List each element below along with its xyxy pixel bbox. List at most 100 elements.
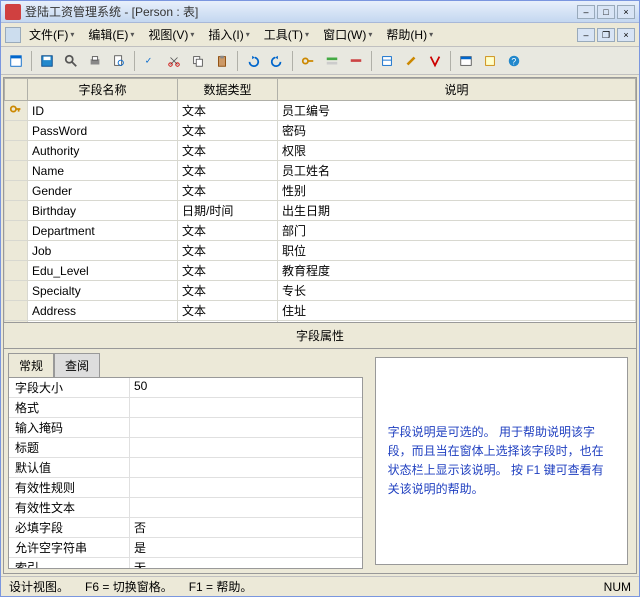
table-row[interactable]: Edu_Level文本教育程度	[5, 261, 636, 281]
cell-description[interactable]: 员工编号	[278, 101, 636, 121]
col-description[interactable]: 说明	[278, 79, 636, 101]
cell-data-type[interactable]: 文本	[178, 181, 278, 201]
table-row[interactable]: Department文本部门	[5, 221, 636, 241]
property-value[interactable]	[129, 498, 362, 517]
redo-button[interactable]	[266, 50, 288, 72]
property-row[interactable]: 有效性文本	[9, 498, 362, 518]
row-selector[interactable]	[5, 201, 28, 221]
property-value[interactable]: 无	[129, 558, 362, 569]
property-value[interactable]	[129, 398, 362, 417]
table-row[interactable]: Job文本职位	[5, 241, 636, 261]
col-field-name[interactable]: 字段名称	[28, 79, 178, 101]
row-selector[interactable]	[5, 161, 28, 181]
table-row[interactable]: Gender文本性别	[5, 181, 636, 201]
cell-field-name[interactable]: Gender	[28, 181, 178, 201]
cell-description[interactable]: 出生日期	[278, 201, 636, 221]
cell-data-type[interactable]: 文本	[178, 301, 278, 321]
spell-button[interactable]: ✓	[139, 50, 161, 72]
key-icon[interactable]	[297, 50, 319, 72]
cell-description[interactable]: 教育程度	[278, 261, 636, 281]
property-value[interactable]: 50	[129, 378, 362, 397]
cell-data-type[interactable]: 文本	[178, 281, 278, 301]
property-row[interactable]: 输入掩码	[9, 418, 362, 438]
property-row[interactable]: 默认值	[9, 458, 362, 478]
mdi-restore-button[interactable]: ❐	[597, 28, 615, 42]
property-row[interactable]: 格式	[9, 398, 362, 418]
preview-button[interactable]	[108, 50, 130, 72]
mdi-minimize-button[interactable]: –	[577, 28, 595, 42]
row-selector[interactable]	[5, 301, 28, 321]
row-selector[interactable]	[5, 221, 28, 241]
cell-data-type[interactable]: 文本	[178, 121, 278, 141]
cell-field-name[interactable]: ID	[28, 101, 178, 121]
cell-description[interactable]: 员工姓名	[278, 161, 636, 181]
db-window-button[interactable]	[455, 50, 477, 72]
cell-data-type[interactable]: 文本	[178, 141, 278, 161]
property-row[interactable]: 字段大小50	[9, 378, 362, 398]
table-row[interactable]: Address文本住址	[5, 301, 636, 321]
cell-field-name[interactable]: PassWord	[28, 121, 178, 141]
cell-field-name[interactable]: Specialty	[28, 281, 178, 301]
cell-data-type[interactable]: 文本	[178, 161, 278, 181]
menu-edit[interactable]: 编辑(E)▾	[82, 24, 140, 45]
row-selector[interactable]	[5, 261, 28, 281]
row-selector[interactable]	[5, 101, 28, 121]
cell-description[interactable]: 部门	[278, 221, 636, 241]
cell-data-type[interactable]: 日期/时间	[178, 201, 278, 221]
index-button[interactable]	[424, 50, 446, 72]
tab-lookup[interactable]: 查阅	[54, 353, 100, 377]
cut-button[interactable]	[163, 50, 185, 72]
mdi-close-button[interactable]: ×	[617, 28, 635, 42]
row-selector[interactable]	[5, 121, 28, 141]
property-value[interactable]	[129, 418, 362, 437]
minimize-button[interactable]: –	[577, 5, 595, 19]
maximize-button[interactable]: □	[597, 5, 615, 19]
property-row[interactable]: 索引无	[9, 558, 362, 569]
cell-data-type[interactable]: 文本	[178, 221, 278, 241]
cell-field-name[interactable]: Job	[28, 241, 178, 261]
cell-field-name[interactable]: Birthday	[28, 201, 178, 221]
cell-description[interactable]: 性别	[278, 181, 636, 201]
save-button[interactable]	[36, 50, 58, 72]
property-row[interactable]: 标题	[9, 438, 362, 458]
property-row[interactable]: 必填字段否	[9, 518, 362, 538]
mdi-icon[interactable]	[5, 27, 21, 43]
cell-description[interactable]: 住址	[278, 301, 636, 321]
new-object-button[interactable]	[479, 50, 501, 72]
row-selector[interactable]	[5, 281, 28, 301]
table-row[interactable]: Authority文本权限	[5, 141, 636, 161]
help-icon[interactable]: ?	[503, 50, 525, 72]
copy-button[interactable]	[187, 50, 209, 72]
row-selector[interactable]	[5, 241, 28, 261]
cell-field-name[interactable]: Edu_Level	[28, 261, 178, 281]
property-row[interactable]: 允许空字符串是	[9, 538, 362, 558]
search-button[interactable]	[60, 50, 82, 72]
menu-file[interactable]: 文件(F)▾	[23, 24, 80, 45]
table-row[interactable]: Name文本员工姓名	[5, 161, 636, 181]
undo-button[interactable]	[242, 50, 264, 72]
close-button[interactable]: ×	[617, 5, 635, 19]
menu-tools[interactable]: 工具(T)▾	[258, 24, 315, 45]
property-value[interactable]	[129, 458, 362, 477]
menu-help[interactable]: 帮助(H)▾	[380, 24, 439, 45]
row-selector-header[interactable]	[5, 79, 28, 101]
menu-view[interactable]: 视图(V)▾	[142, 24, 200, 45]
builder-button[interactable]	[400, 50, 422, 72]
cell-data-type[interactable]: 文本	[178, 101, 278, 121]
property-value[interactable]	[129, 478, 362, 497]
cell-field-name[interactable]: Name	[28, 161, 178, 181]
paste-button[interactable]	[211, 50, 233, 72]
menu-insert[interactable]: 插入(I)▾	[202, 24, 255, 45]
field-grid-wrap[interactable]: 字段名称 数据类型 说明 ID文本员工编号PassWord文本密码Authori…	[4, 78, 636, 323]
tab-general[interactable]: 常规	[8, 353, 54, 377]
property-value[interactable]: 否	[129, 518, 362, 537]
cell-field-name[interactable]: Authority	[28, 141, 178, 161]
property-row[interactable]: 有效性规则	[9, 478, 362, 498]
properties-grid[interactable]: 字段大小50格式输入掩码标题默认值有效性规则有效性文本必填字段否允许空字符串是索…	[8, 377, 363, 569]
property-value[interactable]: 是	[129, 538, 362, 557]
print-button[interactable]	[84, 50, 106, 72]
insert-rows-button[interactable]	[321, 50, 343, 72]
cell-description[interactable]: 专长	[278, 281, 636, 301]
properties-button[interactable]	[376, 50, 398, 72]
cell-data-type[interactable]: 文本	[178, 261, 278, 281]
